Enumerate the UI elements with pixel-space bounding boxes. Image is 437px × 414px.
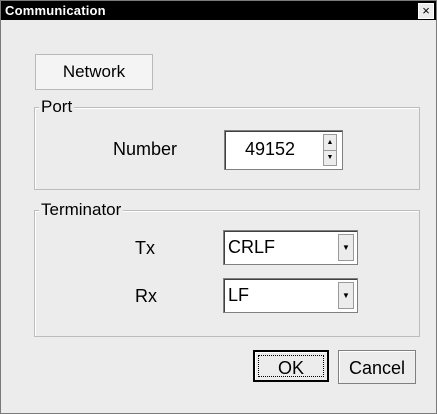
cancel-button[interactable]: Cancel bbox=[338, 350, 416, 384]
port-number-label: Number bbox=[113, 139, 178, 159]
communication-dialog: Communication × Network Port Number 4915… bbox=[0, 0, 437, 414]
tx-value: CRLF bbox=[228, 237, 276, 257]
rx-dropdown[interactable]: LF ▼ bbox=[223, 278, 358, 313]
terminator-group-label: Terminator bbox=[39, 200, 124, 220]
port-number-spinner[interactable]: 49152 ▲ ▼ bbox=[224, 130, 343, 170]
spin-buttons: ▲ ▼ bbox=[323, 134, 337, 166]
port-group-label: Port bbox=[39, 97, 75, 117]
rx-dropdown-arrow-icon[interactable]: ▼ bbox=[338, 282, 354, 309]
ok-focus-rect bbox=[258, 355, 324, 377]
tx-label: Tx bbox=[135, 238, 155, 258]
tx-dropdown-arrow-icon[interactable]: ▼ bbox=[338, 234, 354, 261]
tab-network[interactable]: Network bbox=[35, 54, 153, 90]
close-button[interactable]: × bbox=[418, 3, 434, 19]
ok-button[interactable]: OK bbox=[253, 350, 329, 382]
spin-down-icon[interactable]: ▼ bbox=[324, 150, 336, 165]
rx-value: LF bbox=[228, 285, 250, 305]
spin-up-icon[interactable]: ▲ bbox=[324, 135, 336, 151]
rx-label: Rx bbox=[135, 286, 157, 306]
tx-dropdown[interactable]: CRLF ▼ bbox=[223, 230, 358, 265]
window-title: Communication bbox=[5, 3, 106, 18]
title-bar[interactable]: Communication × bbox=[1, 1, 436, 20]
port-number-value[interactable]: 49152 bbox=[245, 139, 295, 160]
